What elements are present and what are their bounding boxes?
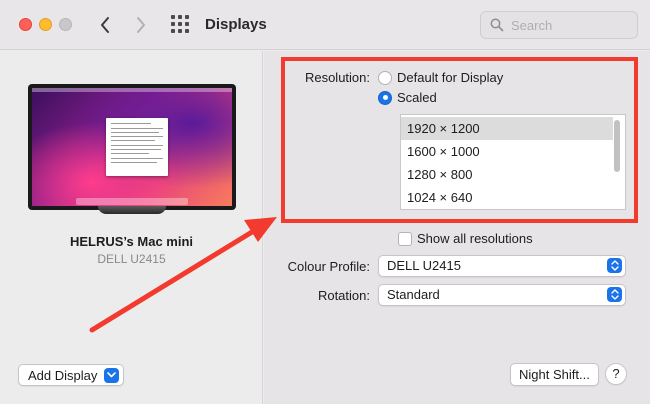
chevron-updown-icon — [607, 287, 622, 302]
night-shift-button[interactable]: Night Shift... — [510, 363, 599, 386]
colour-profile-label: Colour Profile: — [287, 259, 370, 274]
display-sidebar: HELRUS’s Mac mini DELL U2415 Add Display — [0, 51, 263, 404]
chevron-down-icon — [104, 367, 120, 383]
rotation-value: Standard — [387, 287, 440, 302]
window-title: Displays — [205, 16, 267, 33]
add-display-button[interactable]: Add Display — [18, 364, 125, 386]
forward-button[interactable] — [130, 13, 152, 37]
system-preferences-window: Displays Search HELRUS’s Mac mini DELL U… — [0, 0, 650, 404]
mini-dock — [76, 198, 188, 205]
title-bar: Displays — [0, 0, 650, 50]
annotation-highlight-box — [281, 57, 638, 223]
display-thumbnail[interactable] — [28, 84, 236, 214]
back-button[interactable] — [94, 13, 116, 37]
zoom-button[interactable] — [59, 18, 72, 31]
checkbox-box[interactable] — [398, 231, 412, 246]
add-display-label: Add Display — [28, 367, 98, 383]
mini-menubar — [32, 88, 232, 92]
monitor-stand — [98, 206, 166, 214]
chevron-right-icon — [137, 17, 145, 33]
close-button[interactable] — [19, 18, 32, 31]
chevron-left-icon — [101, 17, 109, 33]
mini-document-window — [106, 118, 168, 176]
show-all-grid-button[interactable] — [171, 15, 191, 35]
search-input[interactable] — [511, 17, 631, 34]
desktop-wallpaper-preview — [32, 88, 232, 206]
display-owner-name: HELRUS’s Mac mini — [69, 234, 194, 249]
search-field[interactable] — [480, 11, 638, 39]
monitor-bezel — [28, 84, 236, 210]
rotation-label: Rotation: — [317, 288, 370, 303]
rotation-popup[interactable]: Standard — [378, 284, 626, 306]
search-icon — [490, 18, 504, 32]
help-button[interactable]: ? — [605, 363, 627, 385]
colour-profile-popup[interactable]: DELL U2415 — [378, 255, 626, 277]
display-model: DELL U2415 — [97, 252, 166, 266]
minimize-button[interactable] — [39, 18, 52, 31]
show-all-resolutions-label: Show all resolutions — [417, 231, 533, 246]
chevron-updown-icon — [607, 258, 622, 273]
show-all-resolutions-checkbox[interactable]: Show all resolutions — [398, 231, 533, 246]
colour-profile-value: DELL U2415 — [387, 258, 461, 273]
